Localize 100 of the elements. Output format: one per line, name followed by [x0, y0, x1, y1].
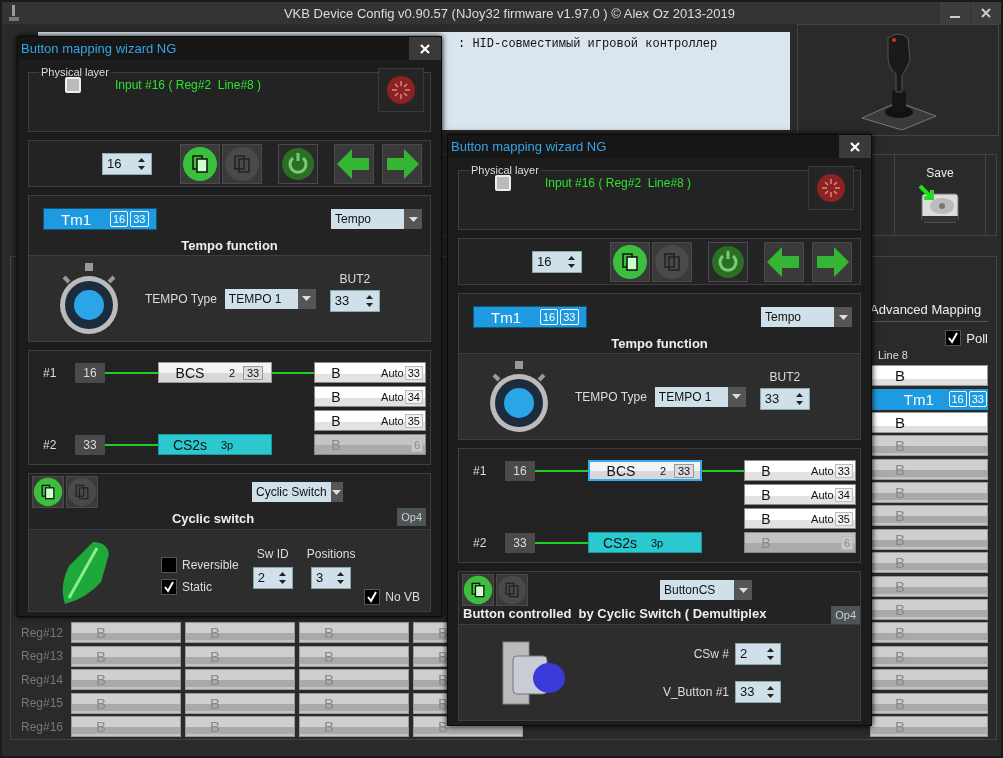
- function-dropdown[interactable]: Tempo: [331, 209, 422, 229]
- mapping-cell[interactable]: B: [71, 692, 181, 714]
- mapping-cell[interactable]: B: [870, 435, 988, 457]
- checkbox-label: Poll: [966, 330, 988, 346]
- forward-button[interactable]: [382, 143, 422, 184]
- checkbox[interactable]: [161, 556, 177, 573]
- row-label: Reg#14: [21, 671, 65, 689]
- op-badge: Op4: [397, 508, 426, 526]
- tempo-type-dropdown[interactable]: TEMPO 1: [224, 288, 316, 309]
- refresh-button[interactable]: [708, 241, 748, 282]
- mapping-cell[interactable]: B: [870, 575, 988, 597]
- caret-icon: [302, 296, 312, 301]
- cyclic-switch-node[interactable]: CS2s 3p: [158, 434, 272, 455]
- mapping-cell[interactable]: B: [870, 365, 988, 387]
- mapping-cell[interactable]: Tm1 16 33: [870, 388, 988, 410]
- close-button[interactable]: [971, 2, 1001, 24]
- module-dropdown[interactable]: Cyclic Switch: [252, 482, 343, 502]
- number-spinner[interactable]: 33: [735, 680, 781, 703]
- output-button[interactable]: B Auto 34: [744, 484, 856, 505]
- record-button[interactable]: [378, 68, 424, 112]
- output-button[interactable]: B Auto 34: [314, 386, 426, 407]
- close-button[interactable]: [409, 37, 441, 60]
- record-button[interactable]: [808, 166, 854, 210]
- input-number: 16: [75, 362, 105, 383]
- window-title: VKB Device Config v0.90.57 (NJoy32 firmware v1.97.0 ) © Alex Oz 2013-2019: [282, 5, 737, 21]
- checkbox[interactable]: [161, 578, 177, 595]
- function-dropdown[interactable]: Tempo: [761, 307, 852, 327]
- connector-line: [535, 469, 588, 472]
- back-button[interactable]: [334, 143, 374, 184]
- row-label: Reg#16: [21, 718, 65, 736]
- input-number: 16: [505, 460, 535, 481]
- bcs-node[interactable]: BCS 2 33: [588, 460, 702, 481]
- input-label: #2: [42, 437, 58, 452]
- number-spinner[interactable]: 3: [311, 566, 352, 589]
- mapping-cell[interactable]: B: [870, 622, 988, 644]
- save-button[interactable]: Save: [894, 155, 986, 235]
- field-label: Sw ID: [256, 546, 289, 561]
- field-label: TEMPO Type: [145, 291, 217, 306]
- mapping-cell[interactable]: B: [870, 599, 988, 621]
- output-button[interactable]: B Auto 35: [314, 410, 426, 431]
- copy-button[interactable]: [462, 574, 494, 606]
- connector-line: [702, 469, 744, 472]
- mapping-cell[interactable]: B: [870, 645, 988, 667]
- function-badge[interactable]: Tm1 16 33: [473, 306, 587, 328]
- row-label: Reg#12: [21, 624, 65, 642]
- function-badge[interactable]: Tm1 16 33: [43, 208, 157, 230]
- output-button[interactable]: B Auto 35: [744, 508, 856, 529]
- mapping-cell[interactable]: B: [71, 622, 181, 644]
- mapping-cell[interactable]: B: [299, 692, 409, 714]
- minimize-icon: [950, 16, 960, 18]
- joystick-icon: [8, 4, 20, 22]
- cyclic-switch-node[interactable]: CS2s 3p: [588, 532, 702, 553]
- forward-button[interactable]: [812, 241, 852, 282]
- checkbox[interactable]: [945, 330, 962, 347]
- bcs-node[interactable]: BCS 2 33: [158, 362, 272, 383]
- mapping-cell[interactable]: B: [870, 458, 988, 480]
- number-spinner[interactable]: 2: [735, 642, 781, 665]
- copy-button[interactable]: [610, 241, 650, 282]
- mapping-cell[interactable]: B: [71, 716, 181, 737]
- section-heading: Cyclic switch: [170, 511, 256, 528]
- mapping-cell[interactable]: B: [299, 645, 409, 667]
- mapping-cell[interactable]: B: [71, 645, 181, 667]
- output-button[interactable]: B Auto 33: [744, 460, 856, 481]
- stopwatch-icon: [487, 360, 551, 433]
- number-spinner[interactable]: 33: [759, 387, 810, 410]
- mapping-cell[interactable]: B: [185, 716, 295, 737]
- mapping-cell[interactable]: B: [870, 692, 988, 714]
- connector-line: [105, 371, 158, 374]
- mapping-cell[interactable]: B: [870, 528, 988, 550]
- mapping-cell[interactable]: B: [185, 692, 295, 714]
- mapping-cell[interactable]: B: [299, 716, 409, 737]
- mapping-cell[interactable]: B: [299, 669, 409, 691]
- mapping-cell[interactable]: B: [870, 669, 988, 691]
- mapping-cell[interactable]: B: [299, 622, 409, 644]
- back-button[interactable]: [764, 241, 804, 282]
- mapping-cell[interactable]: B: [185, 622, 295, 644]
- output-button[interactable]: B Auto 33: [314, 362, 426, 383]
- record-icon: [386, 75, 416, 105]
- mapping-cell[interactable]: B: [870, 411, 988, 433]
- mapping-cell[interactable]: B: [870, 716, 988, 737]
- close-button[interactable]: [839, 135, 871, 158]
- number-spinner[interactable]: 33: [329, 289, 380, 312]
- tempo-type-dropdown[interactable]: TEMPO 1: [654, 386, 746, 407]
- number-spinner[interactable]: 16: [532, 250, 582, 273]
- refresh-button[interactable]: [278, 143, 318, 184]
- number-spinner[interactable]: 2: [252, 566, 293, 589]
- number-spinner[interactable]: 16: [102, 152, 152, 175]
- copy-button[interactable]: [32, 476, 64, 508]
- dialog-title: Button mapping wizard NG: [450, 139, 608, 154]
- mapping-cell[interactable]: B: [870, 482, 988, 504]
- module-dropdown[interactable]: ButtonCS: [660, 580, 752, 600]
- mapping-cell[interactable]: B: [71, 669, 181, 691]
- mapping-cell[interactable]: B: [870, 552, 988, 574]
- minimize-button[interactable]: [940, 2, 970, 24]
- checkbox[interactable]: [364, 589, 381, 605]
- mapping-cell[interactable]: B: [870, 505, 988, 527]
- mapping-cell[interactable]: B: [185, 645, 295, 667]
- copy-button[interactable]: [180, 143, 220, 184]
- mapping-cell[interactable]: B: [185, 669, 295, 691]
- connector-line: [105, 443, 158, 446]
